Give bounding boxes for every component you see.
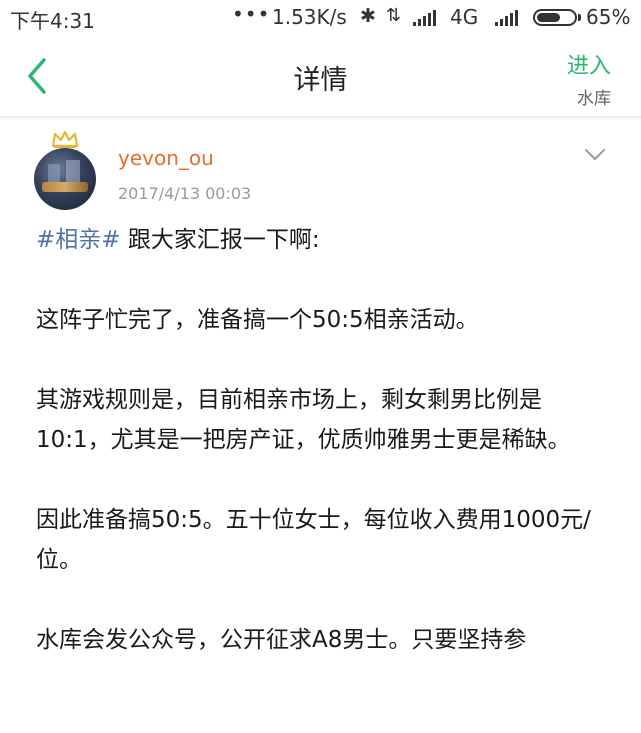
nav-bar: 详情 进入 水库 — [0, 36, 641, 116]
status-time: 下午4:31 — [10, 9, 95, 33]
post-paragraph: 其游戏规则是，目前相亲市场上，剩女剩男比例是10:1，尤其是一把房产证，优质帅雅… — [36, 387, 571, 453]
post-intro-text: 跟大家汇报一下啊: — [120, 227, 320, 253]
signal-icon — [413, 10, 436, 26]
post-body: #相亲# 跟大家汇报一下啊: 这阵子忙完了，准备搞一个50:5相亲活动。 其游戏… — [36, 220, 616, 700]
enter-subtitle[interactable]: 水库 — [577, 84, 611, 109]
network-speed: 1.53K/s — [272, 5, 347, 29]
data-transfer-icon: ⇅ — [386, 5, 402, 26]
post-paragraph: 这阵子忙完了，准备搞一个50:5相亲活动。 — [36, 307, 479, 333]
page-title: 详情 — [293, 65, 348, 96]
signal-icon — [495, 10, 518, 26]
post-paragraph: 水库会发公众号，公开征求A8男士。只要坚持参 — [36, 627, 527, 653]
crown-icon — [51, 130, 79, 148]
post-paragraph: 因此准备搞50:5。五十位女士，每位收入费用1000元/位。 — [36, 507, 591, 573]
post-intro: #相亲# 跟大家汇报一下啊: — [36, 220, 616, 260]
battery-tip — [578, 14, 581, 21]
avatar-detail — [42, 182, 88, 192]
avatar[interactable] — [34, 148, 96, 210]
avatar-detail — [66, 160, 80, 182]
avatar-detail — [48, 164, 60, 182]
post-header: yevon_ou 2017/4/13 00:03 — [0, 120, 641, 220]
notification-dots: ••• — [232, 2, 271, 26]
battery-icon — [533, 9, 577, 26]
hashtag-link[interactable]: #相亲# — [36, 227, 121, 253]
chevron-down-icon[interactable] — [584, 148, 606, 162]
username[interactable]: yevon_ou — [118, 146, 214, 170]
bluetooth-icon: ✱ — [360, 5, 376, 27]
battery-fill — [537, 13, 560, 22]
network-type: 4G — [450, 5, 479, 29]
enter-button[interactable]: 进入 — [567, 48, 611, 80]
post-timestamp: 2017/4/13 00:03 — [118, 184, 252, 203]
avatar-container[interactable] — [34, 130, 96, 210]
battery-percentage: 65% — [586, 5, 631, 29]
status-bar: 下午4:31 ••• 1.53K/s ✱ ⇅ 4G 65% — [0, 0, 641, 36]
